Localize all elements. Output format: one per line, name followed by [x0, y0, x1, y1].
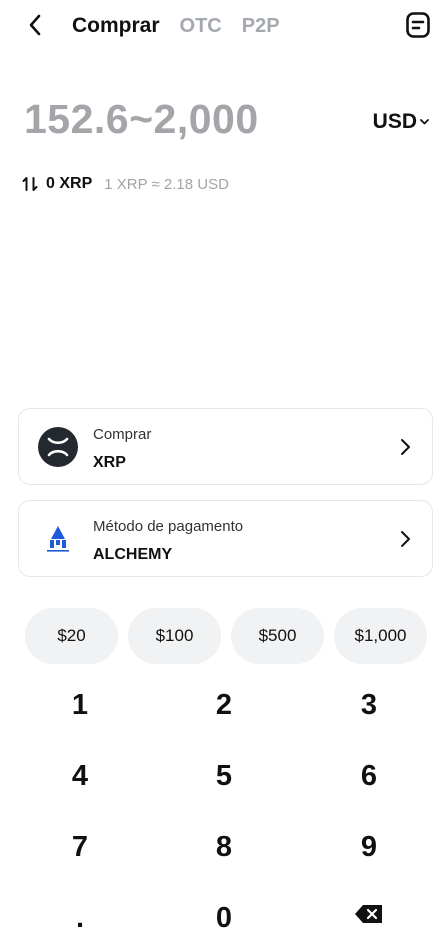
- back-button[interactable]: [22, 10, 48, 40]
- keypad-key-5[interactable]: 5: [174, 750, 274, 802]
- xrp-logo-icon: [38, 427, 78, 467]
- amount-row: 152.6~2,000 USD: [24, 96, 432, 152]
- document-icon: [406, 12, 430, 38]
- keypad-key-0[interactable]: 0: [174, 892, 274, 944]
- keypad-key-2[interactable]: 2: [174, 679, 274, 731]
- buy-asset-value: XRP: [93, 454, 126, 471]
- buy-asset-label: Comprar: [93, 426, 152, 443]
- orders-button[interactable]: [405, 11, 431, 39]
- keypad-backspace-button[interactable]: [319, 888, 419, 940]
- tab-bar: Comprar OTC P2P: [72, 14, 280, 38]
- exchange-rate: 1 XRP ≈ 2.18 USD: [104, 175, 229, 193]
- top-bar: Comprar OTC P2P: [0, 0, 447, 56]
- keypad-key-4[interactable]: 4: [30, 750, 130, 802]
- keypad-key-6[interactable]: 6: [319, 750, 419, 802]
- chevron-right-icon: [401, 439, 410, 455]
- chevron-down-icon: [420, 119, 429, 125]
- conversion-row: 0 XRP 1 XRP ≈ 2.18 USD: [22, 175, 229, 193]
- keypad-key-7[interactable]: 7: [30, 821, 130, 873]
- tab-otc[interactable]: OTC: [180, 15, 222, 38]
- swap-vertical-icon[interactable]: [22, 176, 38, 192]
- quick-amount-button[interactable]: $20: [25, 608, 118, 664]
- amount-input[interactable]: 152.6~2,000: [24, 96, 432, 143]
- buy-asset-card[interactable]: Comprar XRP: [18, 408, 433, 485]
- chevron-right-icon: [401, 531, 410, 547]
- payment-method-card[interactable]: Método de pagamento ALCHEMY: [18, 500, 433, 577]
- quick-amount-button[interactable]: $1,000: [334, 608, 427, 664]
- backspace-icon: [355, 905, 382, 923]
- tab-comprar[interactable]: Comprar: [72, 14, 160, 38]
- alchemy-pay-logo-icon: [47, 526, 69, 552]
- converted-amount: 0 XRP: [46, 175, 93, 192]
- keypad-key-8[interactable]: 8: [174, 821, 274, 873]
- quick-amount-button[interactable]: $100: [128, 608, 221, 664]
- keypad-key-1[interactable]: 1: [30, 679, 130, 731]
- currency-select[interactable]: USD: [373, 110, 430, 134]
- keypad-key-9[interactable]: 9: [319, 821, 419, 873]
- quick-amount-row: $20 $100 $500 $1,000: [25, 608, 427, 664]
- payment-method-value: ALCHEMY: [93, 546, 173, 563]
- quick-amount-button[interactable]: $500: [231, 608, 324, 664]
- chevron-left-icon: [29, 14, 41, 36]
- currency-code: USD: [372, 110, 417, 133]
- tab-p2p[interactable]: P2P: [242, 15, 280, 38]
- keypad-key-3[interactable]: 3: [319, 679, 419, 731]
- payment-method-label: Método de pagamento: [93, 518, 244, 535]
- keypad-key-decimal[interactable]: .: [30, 892, 130, 944]
